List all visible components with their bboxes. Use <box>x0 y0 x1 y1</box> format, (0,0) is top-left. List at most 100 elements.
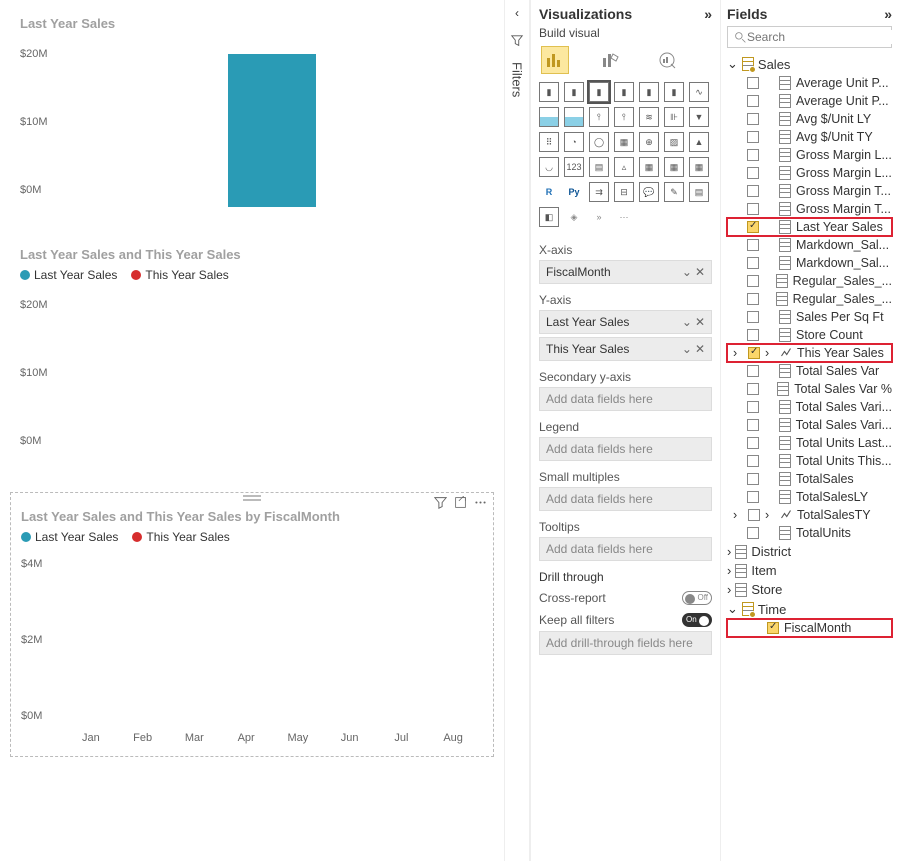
checkbox[interactable] <box>747 293 759 305</box>
focus-icon[interactable] <box>453 495 467 509</box>
checkbox[interactable] <box>747 95 759 107</box>
table-sales[interactable]: ⌄Sales <box>727 54 892 74</box>
field-row[interactable]: Last Year Sales <box>727 218 892 236</box>
checkbox[interactable] <box>747 239 759 251</box>
chevron-right-icon[interactable]: › <box>733 508 743 522</box>
field-row[interactable]: Regular_Sales_... <box>727 272 892 290</box>
checkbox[interactable] <box>747 167 759 179</box>
viz-stacked-area-icon[interactable] <box>564 107 584 127</box>
field-row[interactable]: Gross Margin T... <box>727 182 892 200</box>
table-district[interactable]: ›District <box>727 542 892 561</box>
chevron-down-icon[interactable]: ⌄ <box>682 342 692 356</box>
viz-autom-icon[interactable]: » <box>589 207 609 227</box>
checkbox[interactable] <box>748 509 760 521</box>
viz-scatter-icon[interactable]: ⠿ <box>539 132 559 152</box>
viz-decomp-icon[interactable]: ⊟ <box>614 182 634 202</box>
viz-line-icon[interactable]: ∿ <box>689 82 709 102</box>
chart-tile-3-selected[interactable]: Last Year Sales and This Year Sales by F… <box>10 492 494 757</box>
checkbox[interactable] <box>747 383 759 395</box>
remove-icon[interactable]: ✕ <box>695 342 705 356</box>
field-row[interactable]: Sales Per Sq Ft <box>727 308 892 326</box>
field-row[interactable]: TotalSalesLY <box>727 488 892 506</box>
viz-100stacked-bar-icon[interactable]: ▮ <box>639 82 659 102</box>
remove-icon[interactable]: ✕ <box>695 315 705 329</box>
viz-map-icon[interactable]: ⊕ <box>639 132 659 152</box>
checkbox[interactable] <box>747 455 759 467</box>
viz-qna-icon[interactable]: 💬 <box>639 182 659 202</box>
viz-powerapps-icon[interactable]: ◈ <box>564 207 584 227</box>
filter-icon[interactable] <box>433 495 447 509</box>
checkbox[interactable] <box>747 437 759 449</box>
viz-card-icon[interactable]: 123 <box>564 157 584 177</box>
field-row[interactable]: Markdown_Sal... <box>727 236 892 254</box>
collapse-icon[interactable]: » <box>884 6 892 22</box>
field-row[interactable]: Total Sales Vari... <box>727 416 892 434</box>
checkbox[interactable] <box>747 419 759 431</box>
checkbox[interactable] <box>747 185 759 197</box>
keep-filters-toggle[interactable]: On <box>682 613 712 627</box>
field-row[interactable]: Avg $/Unit LY <box>727 110 892 128</box>
yaxis-well-2[interactable]: This Year Sales⌄✕ <box>539 337 712 361</box>
viz-donut-icon[interactable]: ◯ <box>589 132 609 152</box>
checkbox[interactable] <box>747 113 759 125</box>
chevron-right-icon[interactable]: › <box>733 346 743 360</box>
viz-funnel-icon[interactable]: ▼ <box>689 107 709 127</box>
checkbox[interactable] <box>747 131 759 143</box>
bar-last-year-sales[interactable] <box>228 54 316 207</box>
table-item[interactable]: ›Item <box>727 561 892 580</box>
legend-well[interactable]: Add data fields here <box>539 437 712 461</box>
chevron-left-icon[interactable]: ‹ <box>515 6 519 20</box>
viz-more-icon[interactable]: ⋯ <box>614 207 634 227</box>
field-row[interactable]: TotalUnits <box>727 524 892 542</box>
viz-100stacked-col-icon[interactable]: ▮ <box>664 82 684 102</box>
viz-line-clustered-icon[interactable]: ⫯ <box>614 107 634 127</box>
field-row[interactable]: Gross Margin T... <box>727 200 892 218</box>
viz-filled-map-icon[interactable]: ▨ <box>664 132 684 152</box>
checkbox[interactable] <box>747 401 759 413</box>
checkbox[interactable] <box>747 473 759 485</box>
build-tab-icon[interactable] <box>541 46 569 74</box>
cross-report-toggle[interactable]: Off <box>682 591 712 605</box>
field-row[interactable]: Store Count <box>727 326 892 344</box>
viz-treemap-icon[interactable]: ▦ <box>614 132 634 152</box>
filters-label[interactable]: Filters <box>510 62 525 97</box>
viz-azure-map-icon[interactable]: ▲ <box>689 132 709 152</box>
drill-well[interactable]: Add drill-through fields here <box>539 631 712 655</box>
checkbox[interactable] <box>747 149 759 161</box>
field-row[interactable]: Regular_Sales_... <box>727 290 892 308</box>
xaxis-well[interactable]: FiscalMonth⌄✕ <box>539 260 712 284</box>
viz-kpi-icon[interactable]: ▵ <box>614 157 634 177</box>
field-row[interactable]: Markdown_Sal... <box>727 254 892 272</box>
viz-area-icon[interactable] <box>539 107 559 127</box>
checkbox[interactable] <box>747 329 759 341</box>
checkbox[interactable] <box>747 77 759 89</box>
checkbox[interactable] <box>747 491 759 503</box>
field-row[interactable]: Total Units Last... <box>727 434 892 452</box>
format-tab-icon[interactable] <box>597 46 625 74</box>
filters-icon[interactable] <box>510 34 524 48</box>
more-icon[interactable] <box>473 495 487 509</box>
viz-pie-icon[interactable]: ◔ <box>564 132 584 152</box>
checkbox[interactable] <box>747 527 759 539</box>
search-box[interactable] <box>727 26 892 48</box>
viz-r-icon[interactable]: R <box>539 182 559 202</box>
drag-handle-icon[interactable] <box>243 495 261 501</box>
field-row[interactable]: Gross Margin L... <box>727 146 892 164</box>
checkbox[interactable] <box>767 622 779 634</box>
viz-multi-card-icon[interactable]: ▤ <box>589 157 609 177</box>
sec-y-well[interactable]: Add data fields here <box>539 387 712 411</box>
checkbox[interactable] <box>747 365 759 377</box>
field-row[interactable]: Total Units This... <box>727 452 892 470</box>
viz-narrative-icon[interactable]: ✎ <box>664 182 684 202</box>
analytics-tab-icon[interactable] <box>653 46 681 74</box>
field-fiscalmonth[interactable]: FiscalMonth <box>727 619 892 637</box>
viz-clustered-bar-icon[interactable]: ▮ <box>614 82 634 102</box>
viz-stacked-column-icon[interactable]: ▮ <box>564 82 584 102</box>
viz-key-influencers-icon[interactable]: ⇉ <box>589 182 609 202</box>
field-row[interactable]: Average Unit P... <box>727 92 892 110</box>
field-row[interactable]: ››TotalSalesTY <box>727 506 892 524</box>
chart-tile-2[interactable]: Last Year Sales and This Year Sales Last… <box>10 241 494 484</box>
viz-python-icon[interactable]: Py <box>564 182 584 202</box>
viz-scorecard-icon[interactable]: ◧ <box>539 207 559 227</box>
viz-matrix-icon[interactable]: ▦ <box>689 157 709 177</box>
